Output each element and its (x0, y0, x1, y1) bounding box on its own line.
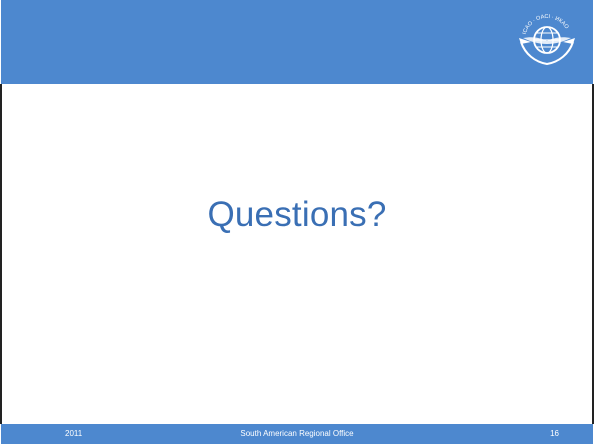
footer-page-number: 16 (550, 429, 559, 438)
slide: ICAO · OACI · ИКАО Questions? South Amer… (0, 0, 594, 444)
footer-office: South American Regional Office (240, 429, 354, 438)
frame-left-border (0, 84, 2, 424)
svg-text:ICAO · OACI · ИКАО: ICAO · OACI · ИКАО (522, 14, 570, 35)
footer-band: South American Regional Office 2011 16 (1, 424, 593, 444)
slide-title: Questions? (207, 195, 387, 234)
footer-year: 2011 (65, 429, 83, 438)
header-band: ICAO · OACI · ИКАО (1, 0, 593, 84)
icao-emblem-icon: ICAO · OACI · ИКАО (519, 14, 575, 66)
